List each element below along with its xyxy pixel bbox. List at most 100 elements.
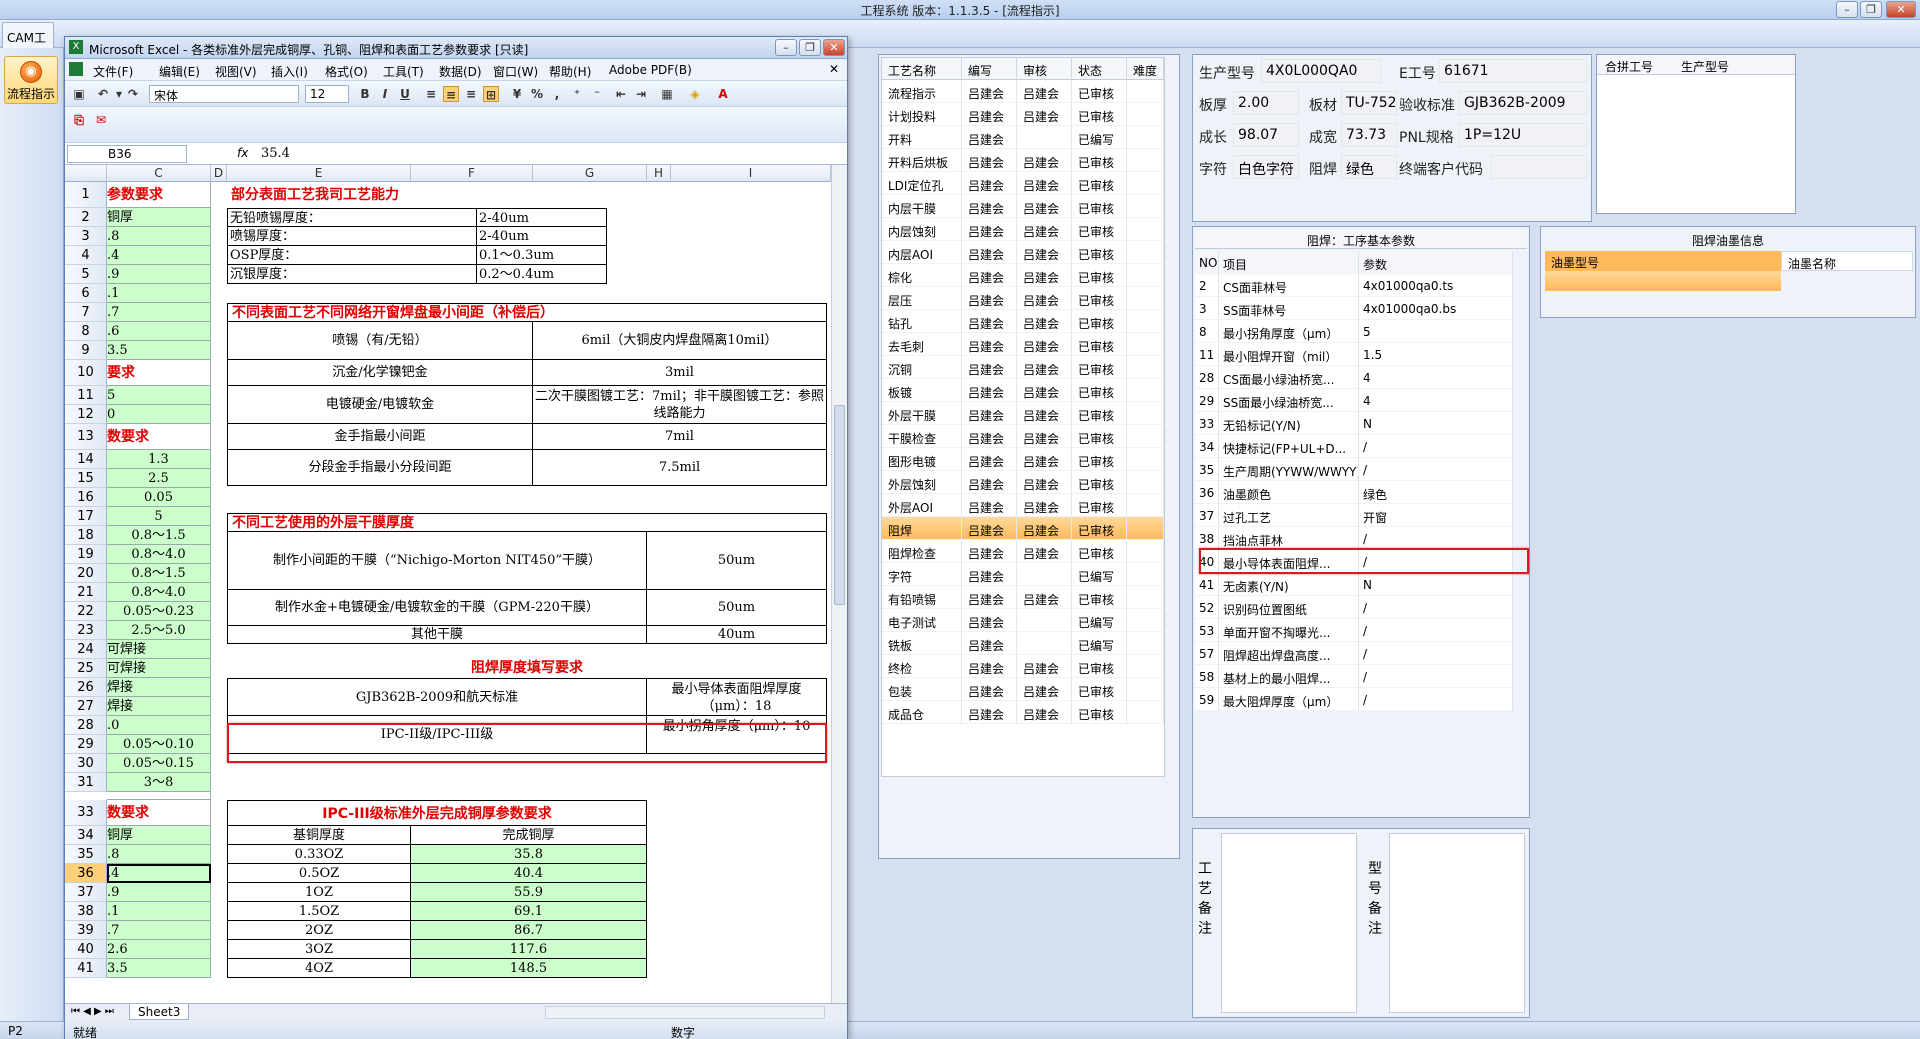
process-row[interactable]: 内层干膜 吕建会 吕建会 已审核 [882,195,1164,218]
sec5-base[interactable]: 1.5OZ [227,902,411,921]
menu-tools[interactable]: 工具(T) [383,63,424,80]
cell-c40[interactable]: 2.6 [107,940,211,959]
sec5-base[interactable]: 1OZ [227,883,411,902]
cell-c23[interactable]: 2.5～5.0 [107,621,211,640]
flow-indicator-button[interactable]: ◉ 流程指示 [4,56,58,104]
cell-c20[interactable]: 0.8～1.5 [107,564,211,583]
menu-data[interactable]: 数据(D) [439,63,482,80]
cell-c8[interactable]: .6 [107,322,211,341]
row-header-12[interactable]: 12 [65,405,107,424]
process-row[interactable]: 沉铜 吕建会 吕建会 已审核 [882,356,1164,379]
solder-param-row[interactable]: 34 快捷标记(FP+UL+D... / [1195,435,1513,458]
cell-c15[interactable]: 2.5 [107,469,211,488]
row-header-22[interactable]: 22 [65,602,107,621]
cell-c37[interactable]: .9 [107,883,211,902]
row-header-15[interactable]: 15 [65,469,107,488]
font-name-select[interactable]: 宋体 [149,85,299,103]
process-row[interactable]: 外层蚀刻 吕建会 吕建会 已审核 [882,471,1164,494]
cell-c30[interactable]: 0.05～0.15 [107,754,211,773]
excel-vertical-scrollbar[interactable] [831,165,847,1003]
cell-c21[interactable]: 0.8～4.0 [107,583,211,602]
solder-param-row[interactable]: 8 最小拐角厚度（μm） 5 [1195,320,1513,343]
cell-c18[interactable]: 0.8～1.5 [107,526,211,545]
process-row[interactable]: 计划投料 吕建会 吕建会 已审核 [882,103,1164,126]
process-row[interactable]: 阻焊检查 吕建会 吕建会 已审核 [882,540,1164,563]
fx-icon[interactable]: fx [237,146,248,160]
sec5-finish[interactable]: 40.4 [411,864,647,883]
process-header-difficulty[interactable]: 难度 [1127,58,1164,80]
process-header-reviewer[interactable]: 审核 [1017,58,1072,80]
cell-c38[interactable]: .1 [107,902,211,921]
cell-c7[interactable]: .7 [107,303,211,322]
align-center-icon[interactable]: ≡ [443,86,459,102]
process-row[interactable]: 内层蚀刻 吕建会 吕建会 已审核 [882,218,1164,241]
row-header-36[interactable]: 36 [65,864,107,883]
cell-c16[interactable]: 0.05 [107,488,211,507]
row-header-33[interactable]: 33 [65,800,107,826]
row-header-27[interactable]: 27 [65,697,107,716]
row-header-30[interactable]: 30 [65,754,107,773]
process-row[interactable]: 内层AOI 吕建会 吕建会 已审核 [882,241,1164,264]
row-header-35[interactable]: 35 [65,845,107,864]
sec5-base[interactable]: 0.5OZ [227,864,411,883]
ink-header-model[interactable]: 油墨型号 [1545,251,1781,271]
char-field[interactable]: 白色字符 [1233,155,1299,179]
process-row[interactable]: 成品仓 吕建会 吕建会 已审核 [882,701,1164,724]
sec4-title[interactable]: 阻焊厚度填写要求 [227,659,827,678]
cell-c2[interactable]: 铜厚 [107,208,211,227]
sec3-value[interactable]: 50um [647,590,827,626]
sec5-base[interactable]: 2OZ [227,921,411,940]
solder-param-row[interactable]: 38 挡油点菲林 / [1195,527,1513,550]
width-field[interactable]: 73.73 [1341,123,1397,147]
cell-c35[interactable]: .8 [107,845,211,864]
col-header-g[interactable]: G [533,165,647,182]
menu-file[interactable]: 文件(F) [93,63,133,80]
cell-c3[interactable]: .8 [107,227,211,246]
sec1-key[interactable]: OSP厚度： [227,246,477,265]
process-row[interactable]: 字符 吕建会 已编写 [882,563,1164,586]
row-header-25[interactable]: 25 [65,659,107,678]
sec2-value[interactable]: 6mil（大铜皮内焊盘隔离10mil） [533,322,827,360]
solder-param-row[interactable]: 2 CS面菲林号 4x01000qa0.ts [1195,274,1513,297]
col-header-d[interactable]: D [211,165,227,182]
close-icon[interactable]: ✕ [1886,1,1916,18]
length-field[interactable]: 98.07 [1233,123,1299,147]
row-header-26[interactable]: 26 [65,678,107,697]
solder-param-row[interactable]: 3 SS面菲林号 4x01000qa0.bs [1195,297,1513,320]
sec4-key[interactable]: GJB362B-2009和航天标准 [227,678,647,716]
tab-cam[interactable]: CAM工程 [2,22,54,62]
sec5-finish[interactable]: 148.5 [411,959,647,978]
row-header-1[interactable]: 1 [65,182,107,208]
row-header-3[interactable]: 3 [65,227,107,246]
cell-c28[interactable]: .0 [107,716,211,735]
thickness-field[interactable]: 2.00 [1233,91,1299,115]
process-header-writer[interactable]: 编写 [962,58,1017,80]
sec1-title[interactable]: 部分表面工艺我司工艺能力 [227,182,527,208]
row-header-38[interactable]: 38 [65,902,107,921]
row-header-24[interactable]: 24 [65,640,107,659]
bold-icon[interactable]: B [357,86,373,102]
menu-help[interactable]: 帮助(H) [549,63,591,80]
borders-icon[interactable]: ▦ [659,86,675,102]
merge-center-icon[interactable]: ⊞ [483,86,499,102]
redo-icon[interactable]: ↷ [125,86,141,102]
cell-c24[interactable]: 可焊接 [107,640,211,659]
solder-param-row[interactable]: 35 生产周期(YYWW/WWYY) / [1195,458,1513,481]
indent-left-icon[interactable]: ⇤ [613,86,629,102]
solder-param-row[interactable]: 57 阻焊超出焊盘高度... / [1195,642,1513,665]
save-icon[interactable]: ▣ [71,86,87,102]
col-header-e[interactable]: E [227,165,411,182]
sec5-base[interactable]: 3OZ [227,940,411,959]
process-header-status[interactable]: 状态 [1072,58,1127,80]
solder-param-row[interactable]: 36 油墨颜色 绿色 [1195,481,1513,504]
cell-c10[interactable]: 要求 [107,360,211,386]
solder-param-row[interactable]: 58 基材上的最小阻焊... / [1195,665,1513,688]
cell-c32[interactable] [107,792,211,800]
process-row[interactable]: 有铅喷锡 吕建会 吕建会 已审核 [882,586,1164,609]
percent-icon[interactable]: % [529,86,545,102]
sec3-key[interactable]: 制作水金+电镀硬金/电镀软金的干膜（GPM-220干膜） [227,590,647,626]
menu-insert[interactable]: 插入(I) [271,63,308,80]
mask-field[interactable]: 绿色 [1341,155,1397,179]
sec3-title[interactable]: 不同工艺使用的外层干膜厚度 [227,513,827,532]
cell-c29[interactable]: 0.05～0.10 [107,735,211,754]
